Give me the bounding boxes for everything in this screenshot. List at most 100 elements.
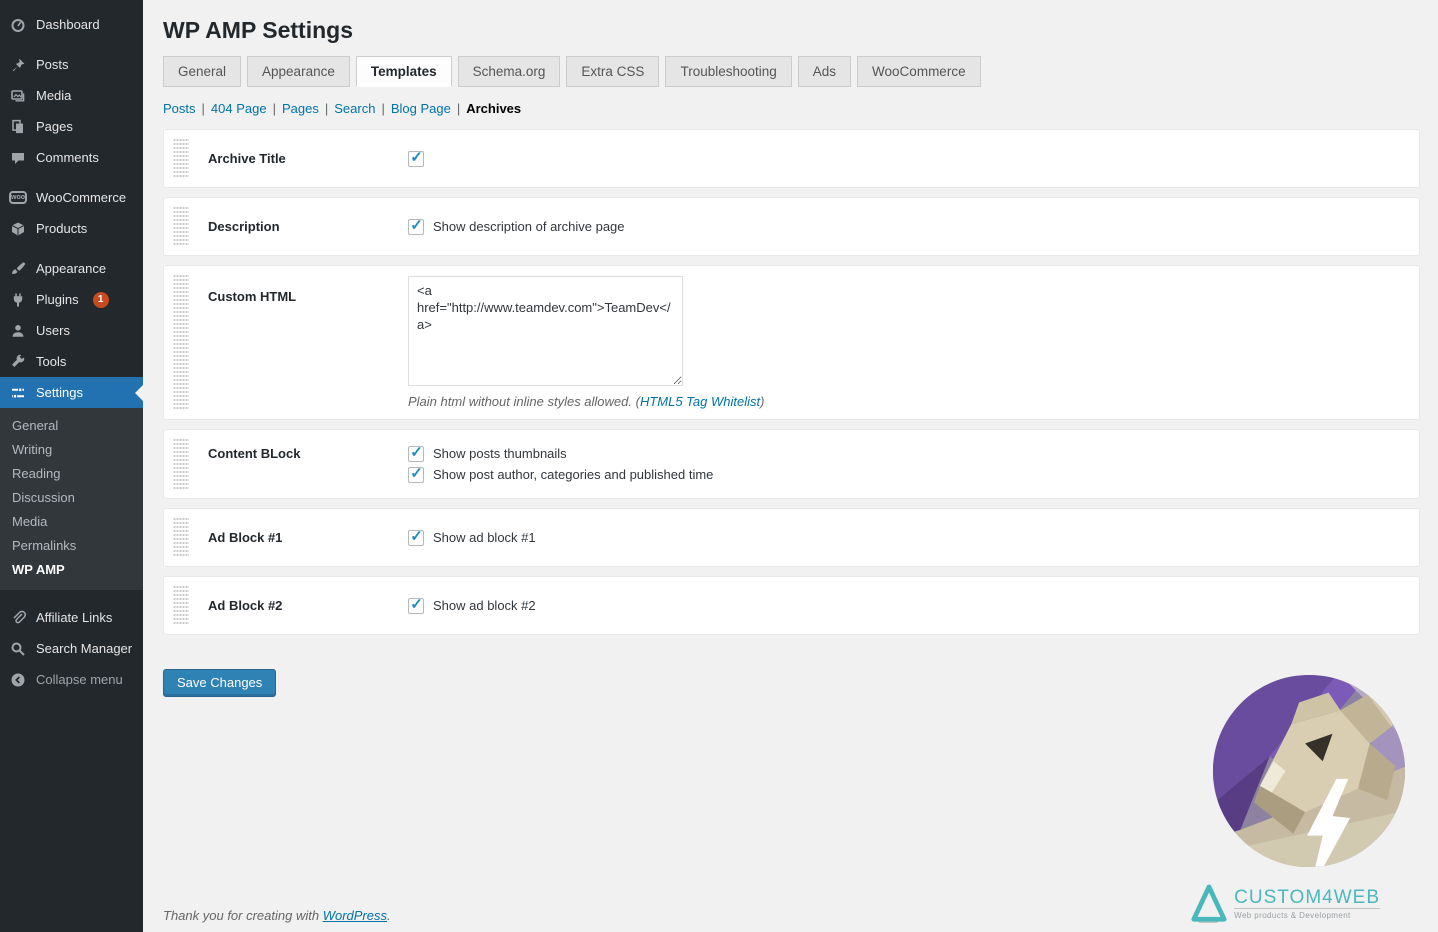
- sidebar-item-label: Collapse menu: [36, 672, 123, 687]
- settings-row-content-block: Content BLock ✓ Show posts thumbnails ✓ …: [163, 429, 1420, 499]
- sidebar-item-label: Settings: [36, 385, 83, 400]
- row-control: ✓ Show ad block #2: [408, 595, 1419, 616]
- tab-general[interactable]: General: [163, 56, 242, 87]
- submenu-item-wp-amp[interactable]: WP AMP: [0, 558, 143, 582]
- subnav-separator: |: [456, 101, 461, 116]
- submenu-item-reading[interactable]: Reading: [0, 462, 143, 486]
- tab-appearance[interactable]: Appearance: [247, 56, 350, 87]
- html5-tag-whitelist-link[interactable]: HTML5 Tag Whitelist: [640, 394, 760, 409]
- sidebar-item-plugins[interactable]: Plugins 1: [0, 284, 143, 315]
- settings-row-custom-html: Custom HTML <a href="http://www.teamdev.…: [163, 265, 1420, 420]
- row-control: <a href="http://www.teamdev.com">TeamDev…: [408, 276, 1419, 409]
- archive-title-checkbox[interactable]: ✓: [408, 150, 424, 167]
- drag-handle[interactable]: [173, 585, 189, 626]
- row-label: Archive Title: [208, 151, 286, 166]
- wordpress-link[interactable]: WordPress: [323, 908, 387, 923]
- sidebar-item-settings[interactable]: Settings: [0, 377, 143, 408]
- subnav-link-posts[interactable]: Posts: [163, 101, 196, 116]
- menu-separator: [0, 173, 143, 182]
- tab-ads[interactable]: Ads: [797, 56, 852, 87]
- submenu-item-discussion[interactable]: Discussion: [0, 486, 143, 510]
- wrench-icon: [9, 354, 27, 370]
- submenu-item-media[interactable]: Media: [0, 510, 143, 534]
- drag-handle[interactable]: [173, 274, 189, 411]
- tab-woocommerce[interactable]: WooCommerce: [857, 56, 981, 87]
- sidebar-item-posts[interactable]: Posts: [0, 49, 143, 80]
- submenu-item-writing[interactable]: Writing: [0, 438, 143, 462]
- subnav-link-search[interactable]: Search: [334, 101, 375, 116]
- settings-row-ad-block-1: Ad Block #1 ✓ Show ad block #1: [163, 508, 1420, 567]
- settings-sliders-icon: [9, 385, 27, 401]
- check-icon: ✓: [410, 444, 423, 461]
- comment-bubble-icon: [9, 150, 27, 166]
- checkbox-label[interactable]: Show ad block #1: [433, 530, 536, 545]
- settings-row-description: Description ✓ Show description of archiv…: [163, 197, 1420, 256]
- checkbox-label[interactable]: Show description of archive page: [433, 219, 625, 234]
- collapse-menu-button[interactable]: Collapse menu: [0, 664, 143, 695]
- sidebar-item-users[interactable]: Users: [0, 315, 143, 346]
- checkbox-label[interactable]: Show post author, categories and publish…: [433, 467, 713, 482]
- submenu-item-general[interactable]: General: [0, 414, 143, 438]
- subnav-link-pages[interactable]: Pages: [282, 101, 319, 116]
- settings-row-ad-block-2: Ad Block #2 ✓ Show ad block #2: [163, 576, 1420, 635]
- paperclip-icon: [9, 610, 27, 626]
- description-checkbox[interactable]: ✓: [408, 218, 424, 235]
- tab-troubleshooting[interactable]: Troubleshooting: [665, 56, 792, 87]
- sidebar-item-label: Plugins: [36, 292, 79, 307]
- footer-text: .: [387, 908, 391, 923]
- show-post-meta-checkbox[interactable]: ✓: [408, 466, 424, 483]
- sidebar-item-label: Dashboard: [36, 17, 100, 32]
- tab-templates[interactable]: Templates: [355, 56, 452, 87]
- menu-bottom-group: Affiliate Links Search Manager Collapse …: [0, 602, 143, 695]
- plug-icon: [9, 292, 27, 308]
- sidebar-item-affiliate-links[interactable]: Affiliate Links: [0, 602, 143, 633]
- row-control: ✓ Show ad block #1: [408, 527, 1419, 548]
- sidebar-item-label: Tools: [36, 354, 67, 369]
- sidebar-item-label: Search Manager: [36, 641, 133, 656]
- media-icon: [9, 88, 27, 104]
- pushpin-icon: [9, 57, 27, 73]
- show-ad-block-1-checkbox[interactable]: ✓: [408, 529, 424, 546]
- show-ad-block-2-checkbox[interactable]: ✓: [408, 597, 424, 614]
- tab-schema-org[interactable]: Schema.org: [457, 56, 561, 87]
- custom-html-textarea[interactable]: <a href="http://www.teamdev.com">TeamDev…: [408, 276, 683, 386]
- row-label: Description: [208, 219, 280, 234]
- sidebar-item-appearance[interactable]: Appearance: [0, 253, 143, 284]
- user-icon: [9, 323, 27, 339]
- checkbox-label[interactable]: Show posts thumbnails: [433, 446, 567, 461]
- submenu-item-permalinks[interactable]: Permalinks: [0, 534, 143, 558]
- sidebar-item-label: Products: [36, 221, 88, 236]
- sidebar-item-pages[interactable]: Pages: [0, 111, 143, 142]
- sidebar-item-tools[interactable]: Tools: [0, 346, 143, 377]
- sidebar-item-dashboard[interactable]: Dashboard: [0, 9, 143, 40]
- drag-handle[interactable]: [173, 138, 189, 179]
- save-changes-button[interactable]: Save Changes: [163, 669, 277, 697]
- custom4web-brand: CUSTOM4WEB Web products & Development: [1190, 883, 1380, 925]
- drag-handle[interactable]: [173, 206, 189, 247]
- plugins-update-badge: 1: [92, 291, 109, 308]
- sidebar-item-media[interactable]: Media: [0, 80, 143, 111]
- sidebar-item-woocommerce[interactable]: woo WooCommerce: [0, 182, 143, 213]
- sidebar-item-comments[interactable]: Comments: [0, 142, 143, 173]
- sidebar-item-products[interactable]: Products: [0, 213, 143, 244]
- checkbox-label[interactable]: Show ad block #2: [433, 598, 536, 613]
- admin-menu: Dashboard Posts Media Pages Comments woo…: [0, 0, 143, 695]
- dashboard-icon: [9, 17, 27, 33]
- subnav-separator: |: [272, 101, 276, 116]
- sidebar-item-label: WooCommerce: [36, 190, 127, 205]
- show-posts-thumbnails-checkbox[interactable]: ✓: [408, 444, 424, 462]
- woo-badge-text: woo: [9, 191, 27, 204]
- drag-handle[interactable]: [173, 517, 189, 558]
- subnav-separator: |: [201, 101, 205, 116]
- subnav-link-blog-page[interactable]: Blog Page: [391, 101, 451, 116]
- sidebar-item-search-manager[interactable]: Search Manager: [0, 633, 143, 664]
- sidebar-item-label: Appearance: [36, 261, 107, 276]
- tab-extra-css[interactable]: Extra CSS: [566, 56, 660, 87]
- settings-row-archive-title: Archive Title ✓: [163, 129, 1420, 188]
- brand-tagline: Web products & Development: [1234, 908, 1380, 920]
- sidebar-item-label: Media: [36, 88, 72, 103]
- subnav-link-404-page[interactable]: 404 Page: [211, 101, 267, 116]
- drag-handle[interactable]: [173, 438, 189, 490]
- main-content: WP AMP Settings General Appearance Templ…: [143, 0, 1438, 932]
- custom4web-triangle-icon: [1190, 883, 1228, 925]
